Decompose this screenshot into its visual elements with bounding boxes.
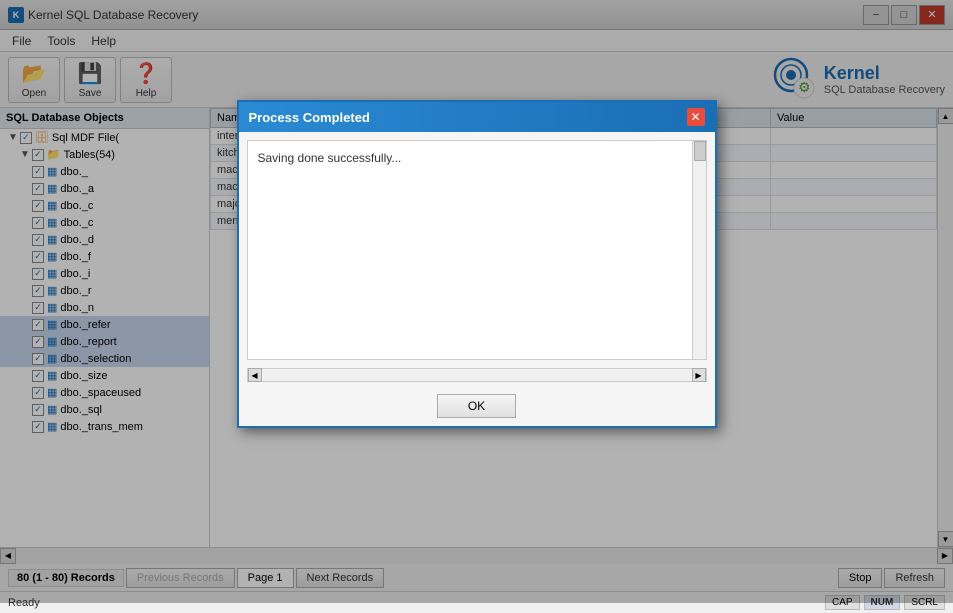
modal-scroll-thumb [694, 141, 706, 161]
modal-scrollbar[interactable] [692, 141, 706, 359]
ok-button[interactable]: OK [437, 394, 516, 418]
modal-overlay: Process Completed ✕ Saving done successf… [0, 0, 953, 603]
modal-title: Process Completed [249, 110, 370, 125]
modal-footer: OK [239, 386, 715, 426]
modal-scroll-right[interactable]: ▶ [692, 368, 706, 382]
modal-close-button[interactable]: ✕ [687, 108, 705, 126]
process-completed-dialog: Process Completed ✕ Saving done successf… [237, 100, 717, 428]
modal-title-bar: Process Completed ✕ [239, 102, 715, 132]
modal-message: Saving done successfully... [258, 151, 402, 165]
modal-scroll-left[interactable]: ◀ [248, 368, 262, 382]
modal-body: Saving done successfully... [247, 140, 707, 360]
